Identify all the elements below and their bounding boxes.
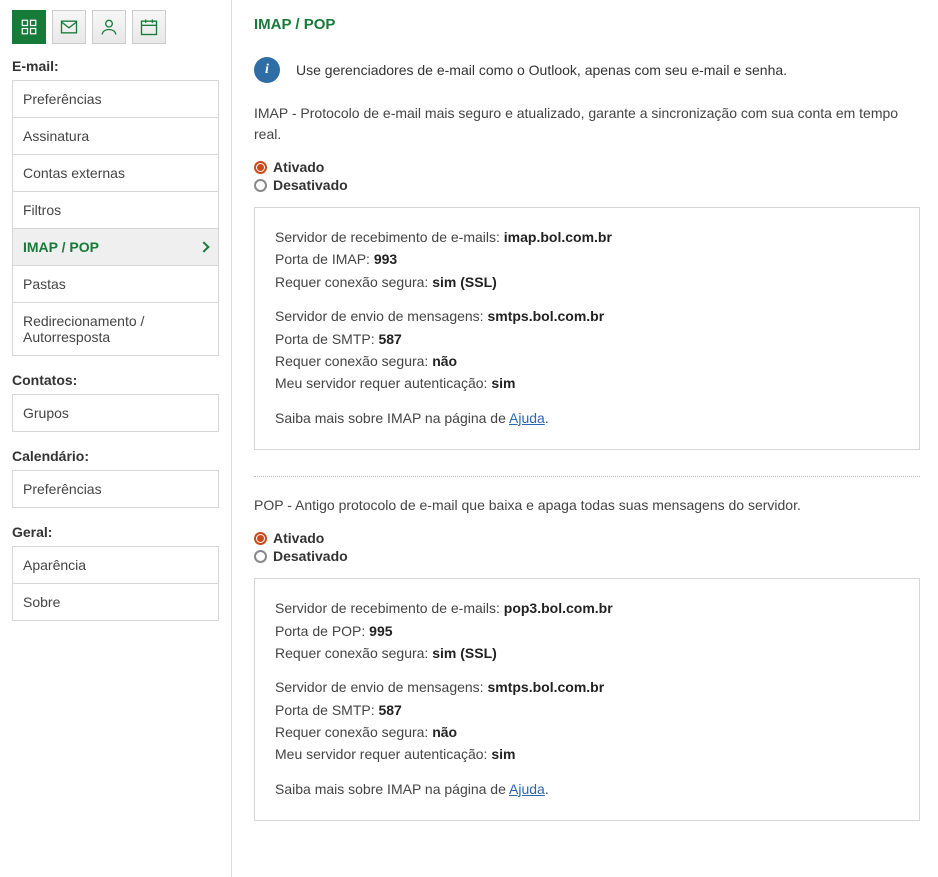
sidebar-item-label: Filtros [23, 202, 61, 218]
pop-radio-group: Ativado Desativado [254, 530, 920, 564]
kv-value: sim (SSL) [432, 274, 497, 290]
imap-description: IMAP - Protocolo de e-mail mais seguro e… [254, 103, 920, 145]
sidebar-item-label: Assinatura [23, 128, 89, 144]
sidebar-item[interactable]: Pastas [13, 266, 218, 303]
kv-label: Requer conexão segura: [275, 274, 432, 290]
sidebar-item[interactable]: Grupos [13, 395, 218, 432]
sidebar-item[interactable]: Sobre [13, 584, 218, 621]
sidebar-item-label: IMAP / POP [23, 239, 99, 255]
imap-radio-off[interactable]: Desativado [254, 177, 920, 193]
radio-label: Ativado [273, 530, 324, 546]
sidebar-item[interactable]: IMAP / POP [13, 229, 218, 266]
kv-label: Servidor de envio de mensagens: [275, 679, 487, 695]
pop-description: POP - Antigo protocolo de e-mail que bai… [254, 495, 920, 516]
kv-value: 993 [374, 251, 397, 267]
kv-value: sim [491, 746, 515, 762]
sidebar-section-title: Contatos: [12, 372, 219, 388]
kv-label: Requer conexão segura: [275, 724, 432, 740]
sidebar-list: Aparência Sobre [12, 546, 219, 621]
main-content: IMAP / POP i Use gerenciadores de e-mail… [232, 0, 938, 877]
info-text: Use gerenciadores de e-mail como o Outlo… [296, 62, 787, 78]
kv-label: Servidor de recebimento de e-mails: [275, 229, 504, 245]
sidebar-item[interactable]: Contas externas [13, 155, 218, 192]
radio-dot-icon [254, 532, 267, 545]
sidebar-section-title: Calendário: [12, 448, 219, 464]
radio-label: Desativado [273, 177, 348, 193]
sidebar-item-label: Pastas [23, 276, 66, 292]
pop-radio-off[interactable]: Desativado [254, 548, 920, 564]
kv-value: não [432, 724, 457, 740]
kv-label: Servidor de envio de mensagens: [275, 308, 487, 324]
sidebar-list: Preferências [12, 470, 219, 508]
radio-label: Desativado [273, 548, 348, 564]
sidebar-item-label: Redirecionamento / Autorresposta [23, 313, 208, 345]
kv-value: 995 [369, 623, 392, 639]
sidebar-item-label: Preferências [23, 481, 102, 497]
sidebar-section-title: Geral: [12, 524, 219, 540]
info-icon: i [254, 57, 280, 83]
pop-radio-on[interactable]: Ativado [254, 530, 920, 546]
imap-radio-on[interactable]: Ativado [254, 159, 920, 175]
sidebar-list: Grupos [12, 394, 219, 432]
kv-value: não [432, 353, 457, 369]
info-banner: i Use gerenciadores de e-mail como o Out… [254, 57, 920, 83]
kv-label: Servidor de recebimento de e-mails: [275, 600, 504, 616]
sidebar-item[interactable]: Assinatura [13, 118, 218, 155]
radio-dot-icon [254, 179, 267, 192]
kv-value: imap.bol.com.br [504, 229, 612, 245]
sidebar-item[interactable]: Preferências [13, 471, 218, 508]
kv-label: Meu servidor requer autenticação: [275, 375, 491, 391]
kv-value: 587 [378, 702, 401, 718]
sidebar-item[interactable]: Redirecionamento / Autorresposta [13, 303, 218, 356]
apps-icon[interactable] [12, 10, 46, 44]
help-suffix: . [545, 410, 549, 426]
help-prefix: Saiba mais sobre IMAP na página de [275, 410, 509, 426]
radio-dot-icon [254, 161, 267, 174]
imap-settings-panel: Servidor de recebimento de e-mails: imap… [254, 207, 920, 450]
radio-dot-icon [254, 550, 267, 563]
kv-label: Porta de SMTP: [275, 331, 378, 347]
sidebar-item-label: Grupos [23, 405, 69, 421]
sidebar-item[interactable]: Aparência [13, 547, 218, 584]
kv-value: sim (SSL) [432, 645, 497, 661]
sidebar-item-label: Aparência [23, 557, 86, 573]
sidebar-item[interactable]: Filtros [13, 192, 218, 229]
kv-label: Porta de IMAP: [275, 251, 374, 267]
kv-value: pop3.bol.com.br [504, 600, 613, 616]
kv-value: smtps.bol.com.br [487, 308, 604, 324]
sidebar-section-title: E-mail: [12, 58, 219, 74]
kv-value: 587 [378, 331, 401, 347]
kv-label: Porta de SMTP: [275, 702, 378, 718]
chevron-right-icon [198, 241, 209, 252]
help-link[interactable]: Ajuda [509, 781, 545, 797]
sidebar: E-mail: Preferências Assinatura Contas exte… [0, 0, 232, 877]
sidebar-list: Preferências Assinatura Contas externas Fil… [12, 80, 219, 356]
page-title: IMAP / POP [254, 16, 920, 33]
help-link[interactable]: Ajuda [509, 410, 545, 426]
kv-value: sim [491, 375, 515, 391]
help-prefix: Saiba mais sobre IMAP na página de [275, 781, 509, 797]
pop-settings-panel: Servidor de recebimento de e-mails: pop3… [254, 578, 920, 821]
calendar-icon[interactable] [132, 10, 166, 44]
mail-icon[interactable] [52, 10, 86, 44]
kv-label: Meu servidor requer autenticação: [275, 746, 491, 762]
kv-label: Requer conexão segura: [275, 353, 432, 369]
sidebar-item-label: Preferências [23, 91, 102, 107]
divider [254, 476, 920, 477]
contacts-icon[interactable] [92, 10, 126, 44]
kv-label: Porta de POP: [275, 623, 369, 639]
radio-label: Ativado [273, 159, 324, 175]
sidebar-item-label: Contas externas [23, 165, 125, 181]
sidebar-item[interactable]: Preferências [13, 81, 218, 118]
imap-radio-group: Ativado Desativado [254, 159, 920, 193]
help-suffix: . [545, 781, 549, 797]
kv-value: smtps.bol.com.br [487, 679, 604, 695]
sidebar-item-label: Sobre [23, 594, 60, 610]
top-icon-bar [12, 10, 219, 44]
kv-label: Requer conexão segura: [275, 645, 432, 661]
